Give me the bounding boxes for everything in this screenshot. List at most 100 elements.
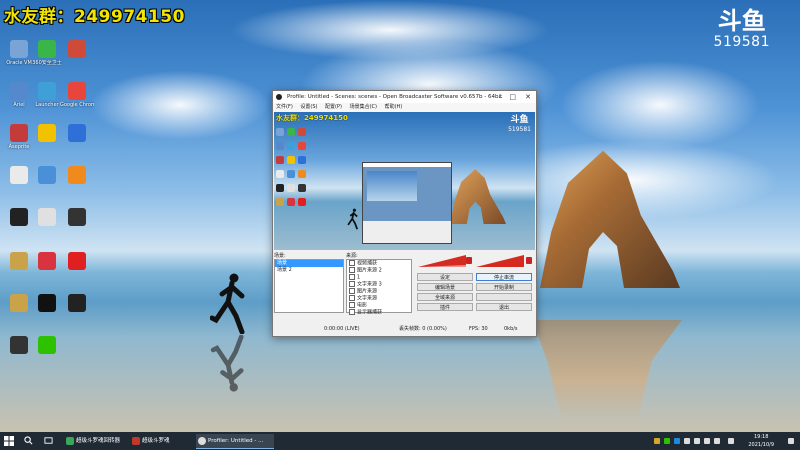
desktop-app-icon	[38, 40, 56, 58]
minimize-icon[interactable]: –	[499, 91, 503, 103]
preview-icon	[287, 128, 295, 136]
desktop-icon[interactable]	[60, 252, 94, 272]
desktop-app-icon	[68, 124, 86, 142]
taskbar-app-2[interactable]: 超级斗罗魂	[130, 434, 204, 448]
preview-stream-button[interactable]	[476, 293, 532, 301]
notification-icon[interactable]	[788, 438, 794, 444]
start-button[interactable]	[2, 434, 16, 448]
desktop-app-icon	[10, 40, 28, 58]
desktop-app-icon	[10, 336, 28, 354]
source-item[interactable]: 文字来源	[347, 295, 411, 302]
desktop-icon[interactable]	[30, 166, 64, 186]
source-checkbox[interactable]	[349, 295, 355, 301]
menu-profile[interactable]: 配置(P)	[325, 104, 342, 110]
desktop-app-icon	[68, 40, 86, 58]
source-checkbox[interactable]	[349, 309, 355, 315]
taskbar-app-obs[interactable]: Profiler: Untitled - ...	[196, 434, 274, 449]
taskbar-app-1[interactable]: 超级斗罗魂回转器	[64, 434, 138, 448]
menu-file[interactable]: 文件(F)	[276, 104, 293, 110]
desktop-icon[interactable]	[30, 336, 64, 356]
clock[interactable]: 19:18 2021/10/9	[748, 433, 774, 449]
source-item[interactable]: 电影	[347, 302, 411, 309]
scene-item[interactable]: 场景 2	[275, 267, 343, 274]
desktop-icon[interactable]	[60, 124, 94, 144]
search-button[interactable]	[22, 434, 36, 448]
start-recording-button[interactable]: 开始录制	[476, 283, 532, 291]
desktop-icon[interactable]	[60, 294, 94, 314]
source-name: 文字来源	[357, 295, 378, 302]
desktop-icon[interactable]: Google Chrome	[60, 82, 94, 108]
global-sources-button[interactable]: 全域来源	[417, 293, 473, 301]
source-item[interactable]: 图片来源 2	[347, 267, 411, 274]
obs-title-bar[interactable]: Profile: Untitled - Scenes: scenes - Ope…	[273, 91, 536, 103]
obs-window-title: Profile: Untitled - Scenes: scenes - Ope…	[287, 94, 503, 100]
source-item[interactable]: 视频捕获	[347, 260, 411, 267]
mic-icon[interactable]	[466, 257, 472, 264]
ime-icon[interactable]	[728, 438, 734, 444]
source-checkbox[interactable]	[349, 267, 355, 273]
desktop-app-icon	[38, 208, 56, 226]
desktop-app-icon	[38, 166, 56, 184]
source-item[interactable]: 1	[347, 274, 411, 281]
settings-button[interactable]: 设定	[417, 273, 473, 281]
menu-settings[interactable]: 设置(S)	[300, 104, 317, 110]
tray-icon[interactable]	[684, 438, 690, 444]
desktop-app-icon	[68, 252, 86, 270]
source-item[interactable]: 显示器捕获	[347, 309, 411, 316]
scenes-list[interactable]: 场景 场景 2	[274, 259, 344, 313]
obs-window[interactable]: Profile: Untitled - Scenes: scenes - Ope…	[272, 90, 537, 337]
source-checkbox[interactable]	[349, 274, 355, 280]
desktop-icon[interactable]: Launcher	[30, 82, 64, 108]
desktop-icon[interactable]: 360安全卫士	[30, 40, 64, 66]
preview-icon	[276, 184, 284, 192]
menu-help[interactable]: 帮助(H)	[385, 104, 403, 110]
desktop-icon[interactable]	[60, 166, 94, 186]
maximize-icon[interactable]: □	[509, 91, 516, 103]
desktop-icon[interactable]	[30, 208, 64, 228]
obs-controls: 场景: 场景 场景 2 来源: 视频捕获 图片来源 2 1 文字来源 3 图片来…	[274, 252, 535, 324]
source-name: 电影	[357, 302, 368, 309]
desktop-icon[interactable]	[30, 294, 64, 314]
plugins-button[interactable]: 插件	[417, 303, 473, 311]
obs-preview[interactable]: 水友群：249974150 斗鱼 519581	[274, 112, 535, 250]
desktop-icon[interactable]	[30, 124, 64, 144]
desktop-app-icon	[10, 82, 28, 100]
taskbar: 超级斗罗魂回转器 超级斗罗魂 Profiler: Untitled - ... …	[0, 432, 800, 450]
source-name: 显示器捕获	[357, 309, 383, 316]
obs-menu-bar: 文件(F) 设置(S) 配置(P) 场景集合(C) 帮助(H)	[273, 103, 536, 112]
sources-list[interactable]: 视频捕获 图片来源 2 1 文字来源 3 图片来源 文字来源 电影 显示器捕获	[346, 259, 412, 316]
desktop-volume-meter[interactable]	[476, 255, 524, 267]
source-item[interactable]: 文字来源 3	[347, 281, 411, 288]
source-checkbox[interactable]	[349, 281, 355, 287]
source-item[interactable]: 图片来源	[347, 288, 411, 295]
preview-runner	[347, 208, 359, 230]
desktop-icon[interactable]	[60, 40, 94, 60]
source-checkbox[interactable]	[349, 260, 355, 266]
mic-volume-meter[interactable]	[418, 255, 466, 267]
tray-icon[interactable]	[694, 438, 700, 444]
speaker-icon[interactable]	[526, 257, 532, 264]
exit-button[interactable]: 退出	[476, 303, 532, 311]
source-checkbox[interactable]	[349, 288, 355, 294]
source-checkbox[interactable]	[349, 302, 355, 308]
clock-date: 2021/10/9	[748, 442, 774, 448]
taskbar-app-label: 超级斗罗魂回转器	[76, 438, 121, 444]
task-view-button[interactable]	[42, 434, 56, 448]
task-view-icon	[44, 437, 53, 444]
desktop-icon[interactable]	[30, 252, 64, 272]
desktop-icon[interactable]	[60, 208, 94, 228]
stop-stream-button[interactable]: 停止串流	[476, 273, 532, 281]
fps-readout: FPS: 30	[469, 326, 488, 332]
tray-icon[interactable]	[664, 438, 670, 444]
volume-icon[interactable]	[714, 438, 720, 444]
network-icon[interactable]	[704, 438, 710, 444]
desktop-app-icon	[68, 294, 86, 312]
preview-icon	[298, 198, 306, 206]
tray-icon[interactable]	[654, 438, 660, 444]
preview-nested-obs	[362, 162, 452, 244]
edit-scene-button[interactable]: 编辑场景	[417, 283, 473, 291]
tray-icon[interactable]	[674, 438, 680, 444]
menu-scene-collection[interactable]: 场景集合(C)	[350, 104, 377, 110]
close-icon[interactable]: ✕	[525, 91, 531, 103]
desktop-app-icon	[10, 294, 28, 312]
